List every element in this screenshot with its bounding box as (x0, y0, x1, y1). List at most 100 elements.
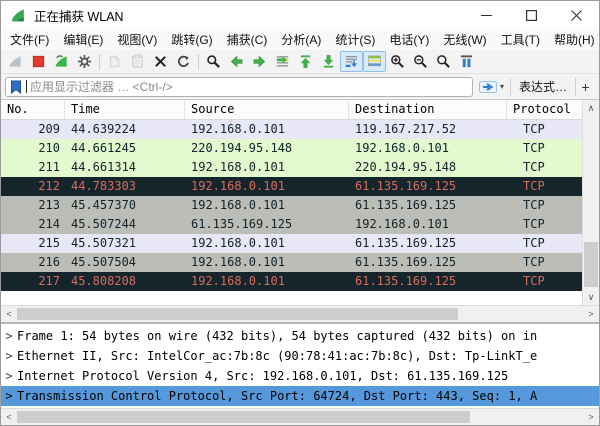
packet-row[interactable]: 214 45.507244 61.135.169.125 192.168.0.1… (1, 215, 582, 234)
cell-protocol: TCP (523, 122, 545, 136)
detail-text: Transmission Control Protocol, Src Port:… (17, 389, 538, 403)
zoom-in-button[interactable] (386, 51, 409, 72)
last-packet-button[interactable] (317, 51, 340, 72)
column-header-source[interactable]: Source (185, 100, 349, 119)
search-icon (207, 55, 220, 68)
zoom-in-icon (391, 55, 404, 68)
detail-line-ip[interactable]: > Internet Protocol Version 4, Src: 192.… (1, 366, 599, 386)
go-back-button[interactable] (225, 51, 248, 72)
save-file-button[interactable] (126, 51, 149, 72)
go-forward-button[interactable] (248, 51, 271, 72)
apply-dropdown-caret[interactable]: ▾ (500, 82, 504, 91)
packet-list-vscrollbar[interactable]: ∧ ∨ (582, 100, 599, 305)
find-packet-button[interactable] (202, 51, 225, 72)
packet-row[interactable]: 209 44.639224 192.168.0.101 119.167.217.… (1, 120, 582, 139)
cell-source: 192.168.0.101 (191, 198, 285, 212)
packet-row[interactable]: 216 45.507504 192.168.0.101 61.135.169.1… (1, 253, 582, 272)
hscroll-thumb[interactable] (17, 308, 459, 320)
open-file-button[interactable] (103, 51, 126, 72)
menu-telephony[interactable]: 电话(Y) (382, 29, 436, 50)
column-header-protocol[interactable]: Protocol (507, 100, 582, 119)
auto-scroll-icon (345, 55, 358, 68)
cell-time: 45.457370 (71, 198, 137, 212)
scroll-right-arrow[interactable]: > (583, 409, 599, 425)
detail-pane-hscrollbar[interactable]: < > (1, 408, 599, 425)
restart-capture-button[interactable] (50, 51, 73, 72)
menu-capture[interactable]: 捕获(C) (220, 29, 275, 50)
packet-row[interactable]: 213 45.457370 192.168.0.101 61.135.169.1… (1, 196, 582, 215)
cell-protocol: TCP (523, 236, 545, 250)
menu-analyze[interactable]: 分析(A) (274, 29, 328, 50)
menu-go[interactable]: 跳转(G) (164, 29, 219, 50)
go-to-packet-button[interactable] (271, 51, 294, 72)
minimize-button[interactable] (464, 1, 509, 29)
cell-no: 217 (38, 274, 60, 288)
reload-icon (178, 55, 189, 67)
apply-filter-button[interactable]: ▾ (477, 80, 506, 94)
menu-file[interactable]: 文件(F) (3, 29, 56, 50)
menu-statistics[interactable]: 统计(S) (328, 29, 382, 50)
zoom-original-button[interactable] (432, 51, 455, 72)
cell-source: 192.168.0.101 (191, 179, 285, 193)
expander-icon[interactable]: > (1, 366, 17, 386)
start-capture-button[interactable] (4, 51, 27, 72)
packet-row[interactable]: 212 44.783303 192.168.0.101 61.135.169.1… (1, 177, 582, 196)
expression-button[interactable]: 表达式… (509, 77, 575, 96)
menu-wireless[interactable]: 无线(W) (436, 29, 493, 50)
colorize-button[interactable] (363, 51, 386, 72)
cell-destination: 61.135.169.125 (355, 198, 457, 212)
stop-capture-button[interactable] (27, 51, 50, 72)
display-filter-input[interactable]: 应用显示过滤器 … <Ctrl-/> (5, 76, 473, 97)
apply-arrow-icon (478, 80, 497, 93)
scroll-up-arrow[interactable]: ∧ (583, 100, 599, 116)
close-button[interactable] (554, 1, 599, 29)
detail-line-frame[interactable]: > Frame 1: 54 bytes on wire (432 bits), … (1, 326, 599, 346)
detail-line-ethernet[interactable]: > Ethernet II, Src: IntelCor_ac:7b:8c (9… (1, 346, 599, 366)
scroll-left-arrow[interactable]: < (1, 409, 17, 425)
title-bar: 正在捕获 WLAN (1, 1, 599, 29)
packet-list-hscrollbar[interactable]: < > (1, 305, 599, 322)
packet-row[interactable]: 211 44.661314 192.168.0.101 220.194.95.1… (1, 158, 582, 177)
hscroll-track[interactable] (17, 306, 583, 322)
cell-no: 209 (38, 122, 60, 136)
cell-destination: 61.135.169.125 (355, 179, 457, 193)
expander-icon[interactable]: > (1, 386, 17, 406)
packet-list-pane: No. Time Source Destination Protocol 209… (1, 100, 599, 322)
restart-fin-icon (55, 55, 67, 67)
auto-scroll-button[interactable] (340, 51, 363, 72)
detail-line-tcp[interactable]: > Transmission Control Protocol, Src Por… (1, 386, 599, 406)
scroll-left-arrow[interactable]: < (1, 306, 17, 322)
add-filter-button[interactable]: + (575, 77, 595, 96)
expander-icon[interactable]: > (1, 346, 17, 366)
cell-no: 216 (38, 255, 60, 269)
capture-options-button[interactable] (73, 51, 96, 72)
close-file-button[interactable] (149, 51, 172, 72)
first-packet-button[interactable] (294, 51, 317, 72)
cell-no: 213 (38, 198, 60, 212)
maximize-button[interactable] (509, 1, 554, 29)
scroll-down-arrow[interactable]: ∨ (583, 289, 599, 305)
packet-row[interactable]: 215 45.507321 192.168.0.101 61.135.169.1… (1, 234, 582, 253)
hscroll-track[interactable] (17, 409, 583, 425)
reload-button[interactable] (172, 51, 195, 72)
menu-help[interactable]: 帮助(H) (547, 29, 599, 50)
bookmark-icon[interactable] (10, 80, 22, 94)
filter-bar: 应用显示过滤器 … <Ctrl-/> ▾ 表达式… + (1, 74, 599, 100)
packet-row[interactable]: 210 44.661245 220.194.95.148 192.168.0.1… (1, 139, 582, 158)
column-header-time[interactable]: Time (65, 100, 185, 119)
packet-row[interactable]: 217 45.808208 192.168.0.101 61.135.169.1… (1, 272, 582, 291)
column-header-no[interactable]: No. (1, 100, 65, 119)
hscroll-thumb[interactable] (17, 411, 470, 423)
cell-protocol: TCP (523, 274, 545, 288)
shark-fin-icon (9, 56, 21, 67)
vscroll-thumb[interactable] (584, 242, 598, 287)
menu-edit[interactable]: 编辑(E) (56, 29, 110, 50)
expander-icon[interactable]: > (1, 326, 17, 346)
scroll-right-arrow[interactable]: > (583, 306, 599, 322)
resize-columns-button[interactable] (455, 51, 478, 72)
vscroll-track[interactable] (583, 116, 599, 289)
menu-view[interactable]: 视图(V) (110, 29, 164, 50)
column-header-destination[interactable]: Destination (349, 100, 507, 119)
menu-tools[interactable]: 工具(T) (494, 29, 547, 50)
zoom-out-button[interactable] (409, 51, 432, 72)
